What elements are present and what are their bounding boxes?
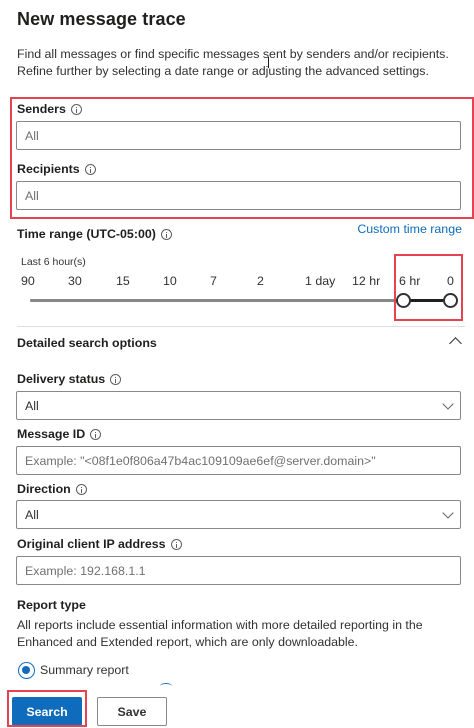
client-ip-input[interactable]: Example: 192.168.1.1 [16,556,461,585]
info-icon[interactable] [110,373,122,385]
tick-label: 90 [21,274,35,288]
tick-label: 15 [116,274,130,288]
senders-label: Senders [17,102,82,116]
chevron-up-icon[interactable] [449,337,462,350]
recipients-label: Recipients [17,162,96,176]
summary-report-label[interactable]: Summary report [40,663,129,677]
delivery-status-label-text: Delivery status [17,372,106,386]
save-button[interactable]: Save [97,697,167,726]
tick-label: 10 [163,274,177,288]
report-type-description: All reports include essential informatio… [17,618,423,649]
detailed-search-title: Detailed search options [17,336,157,350]
message-id-input[interactable]: Example: "<08f1e0f806a47b4ac109109ae6ef@… [16,446,461,475]
info-icon[interactable] [90,428,102,440]
page-title: New message trace [17,9,186,29]
direction-label: Direction [17,482,87,496]
radio-peek-icon [160,683,172,689]
info-icon[interactable] [160,228,172,240]
recipients-placeholder: All [25,188,39,203]
page-description: Find all messages or find specific messa… [17,47,449,78]
direction-label-text: Direction [17,482,71,496]
delivery-status-label: Delivery status [17,372,122,386]
text-cursor-icon [268,57,269,68]
senders-input[interactable]: All [16,121,461,150]
section-divider [17,326,465,327]
direction-value: All [25,507,39,522]
delivery-status-value: All [25,398,39,413]
highlight-box-slider [394,254,463,321]
time-range-slider-track[interactable] [30,299,452,302]
info-icon[interactable] [75,483,87,495]
senders-placeholder: All [25,128,39,143]
message-id-placeholder: Example: "<08f1e0f806a47b4ac109109ae6ef@… [25,453,376,468]
direction-select[interactable]: All [16,500,461,529]
tick-label: 1 day [305,274,336,288]
recipients-input[interactable]: All [16,181,461,210]
delivery-status-select[interactable]: All [16,391,461,420]
message-id-label: Message ID [17,427,102,441]
client-ip-label: Original client IP address [17,537,182,551]
report-type-label: Report type [17,598,86,612]
tick-label: 30 [68,274,82,288]
tick-label: 12 hr [352,274,381,288]
highlight-box-search [7,690,87,727]
chevron-down-icon [442,507,454,519]
report-type-label-text: Report type [17,598,86,612]
tick-label: 2 [257,274,264,288]
time-range-label-text: Time range (UTC-05:00) [17,227,156,241]
summary-report-radio[interactable] [18,662,35,679]
senders-label-text: Senders [17,102,66,116]
info-icon[interactable] [84,163,96,175]
chevron-down-icon [442,398,454,410]
tick-label: 7 [210,274,217,288]
info-icon[interactable] [70,103,82,115]
client-ip-placeholder: Example: 192.168.1.1 [25,563,146,578]
message-id-label-text: Message ID [17,427,86,441]
info-icon[interactable] [170,538,182,550]
recipients-label-text: Recipients [17,162,80,176]
custom-time-range-link[interactable]: Custom time range [357,222,462,236]
time-range-note: Last 6 hour(s) [21,256,86,268]
client-ip-label-text: Original client IP address [17,537,166,551]
time-range-label: Time range (UTC-05:00) [17,227,172,241]
